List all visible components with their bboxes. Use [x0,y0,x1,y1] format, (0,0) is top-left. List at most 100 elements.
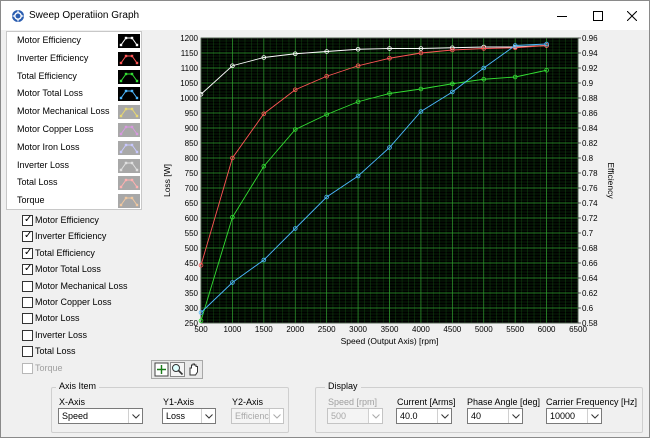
y1-axis-select[interactable]: Loss [162,408,216,424]
x-tick-label: 4500 [443,325,461,334]
x-tick-label: 3500 [381,325,399,334]
checkbox-box[interactable]: ✓ [22,263,33,276]
x-axis-select[interactable]: Speed [58,408,143,424]
y-tick-label: 250 [185,319,199,328]
y2-tick-label: 0.76 [582,184,598,193]
y1-axis-value: Loss [166,411,186,421]
pan-icon[interactable] [186,362,201,377]
y-tick-label: 700 [185,184,199,193]
checkbox-label: Motor Mechanical Loss [35,280,128,291]
legend-label: Motor Total Loss [17,88,83,99]
y-tick-label: 850 [185,139,199,148]
carrier-frequency-value: 10000 [550,411,576,421]
maximize-button[interactable] [581,1,615,30]
legend-label: Total Loss [17,177,58,188]
checkbox-box[interactable] [22,346,33,358]
phase-angle-select[interactable]: 40 [467,408,523,424]
current-label: Current [Arms] [397,397,456,407]
chevron-down-icon[interactable] [437,409,451,423]
legend-swatch-icon[interactable] [118,176,140,191]
checkbox-box[interactable] [22,297,33,308]
y2-tick-label: 0.6 [582,304,594,313]
x-tick-label: 6000 [538,325,556,334]
legend-label: Motor Copper Loss [17,124,94,134]
y2-tick-label: 0.88 [582,94,598,103]
carrier-frequency-select[interactable]: 10000 [546,408,602,424]
legend-swatch-icon[interactable] [118,105,140,120]
fit-icon[interactable] [154,362,169,377]
minimize-button[interactable] [545,1,579,30]
y2-axis-title: Efficiency [606,162,616,199]
legend-swatch-icon[interactable] [118,123,140,137]
minimize-icon [557,15,567,17]
legend-swatch-icon[interactable] [118,51,140,66]
chevron-down-icon[interactable] [587,409,601,423]
x-axis-label: X-Axis [59,397,86,407]
zoom-icon[interactable] [170,362,185,377]
legend-item-total-efficiency: Total Efficiency [7,68,143,86]
legend-swatch-icon[interactable] [118,34,140,48]
chevron-down-icon[interactable] [508,409,522,423]
legend-label: Motor Iron Loss [17,141,80,152]
speed-select: 500 [327,408,383,424]
y2-axis-select: Efficienc [231,408,284,424]
y2-tick-label: 0.84 [582,124,598,133]
close-button[interactable] [615,1,649,30]
legend-label: Motor Mechanical Loss [17,106,110,117]
y-tick-label: 1200 [180,34,198,43]
y-tick-label: 600 [185,214,199,223]
x-tick-label: 4000 [412,325,430,334]
axis-item-title: Axis Item [56,381,100,391]
phase-angle-label: Phase Angle [deg] [467,397,541,407]
y-tick-label: 650 [185,199,199,208]
checkbox-box[interactable]: ✓ [22,214,33,226]
app-icon [12,10,24,22]
x-axis-value: Speed [62,411,89,421]
title-bar: Sweep Operatiion Graph [1,1,649,30]
y2-axis-value: Efficienc [235,411,269,421]
y-tick-label: 500 [185,244,199,253]
legend-swatch-icon[interactable] [118,69,140,84]
y-tick-label: 1150 [181,49,199,58]
maximize-icon [593,10,603,21]
legend-item-torque: Torque [7,192,143,210]
checkbox-box[interactable] [22,313,33,325]
legend-swatch-icon[interactable] [118,140,140,155]
legend-label: Torque [17,195,45,206]
legend-swatch-icon[interactable] [118,158,140,173]
y-tick-label: 400 [185,274,199,283]
y2-tick-label: 0.9 [582,79,594,88]
chevron-down-icon[interactable] [201,409,215,423]
checkbox-box[interactable]: ✓ [22,230,33,243]
window-title: Sweep Operatiion Graph [29,10,140,21]
checkbox-label: Motor Efficiency [35,215,99,225]
y-tick-label: 900 [185,124,199,133]
checkbox-label: Total Efficiency [35,247,95,258]
speed-label: Speed [rpm] [328,397,378,407]
legend-swatch-icon[interactable] [118,194,140,209]
carrier-frequency-label: Carrier Frequency [Hz] [546,397,638,407]
y2-tick-label: 0.72 [582,214,598,223]
y1-axis-label: Y1-Axis [163,397,195,407]
sweep-chart[interactable]: 500 1000 1500 2000 2500 3000 3500 4000 4500 5000 5… [146,30,646,358]
chevron-down-icon[interactable] [128,409,142,423]
checkbox-label: Total Loss [35,346,76,357]
legend-item-motor-copper-loss: Motor Copper Loss [7,121,143,139]
checkbox-box[interactable] [22,329,33,341]
x-tick-label: 1000 [224,325,242,334]
current-select[interactable]: 40.0 [396,408,452,424]
chevron-down-icon [269,409,283,423]
legend-swatch-icon[interactable] [118,87,140,102]
legend-item-motor-total-loss: Motor Total Loss [7,85,143,103]
close-icon [627,10,637,21]
y2-tick-label: 0.86 [582,109,598,118]
y-tick-label: 800 [185,154,199,163]
legend-item-inverter-loss: Inverter Loss [7,157,143,175]
check-mark-icon: ✓ [24,214,33,225]
x-axis-title: Speed (Output Axis) [rpm] [341,336,439,346]
y-tick-label: 450 [185,259,199,268]
checkbox-box[interactable]: ✓ [22,247,33,259]
x-tick-label: 5000 [475,325,493,334]
checkbox-box[interactable] [22,280,33,292]
x-tick-label: 5500 [506,325,524,334]
